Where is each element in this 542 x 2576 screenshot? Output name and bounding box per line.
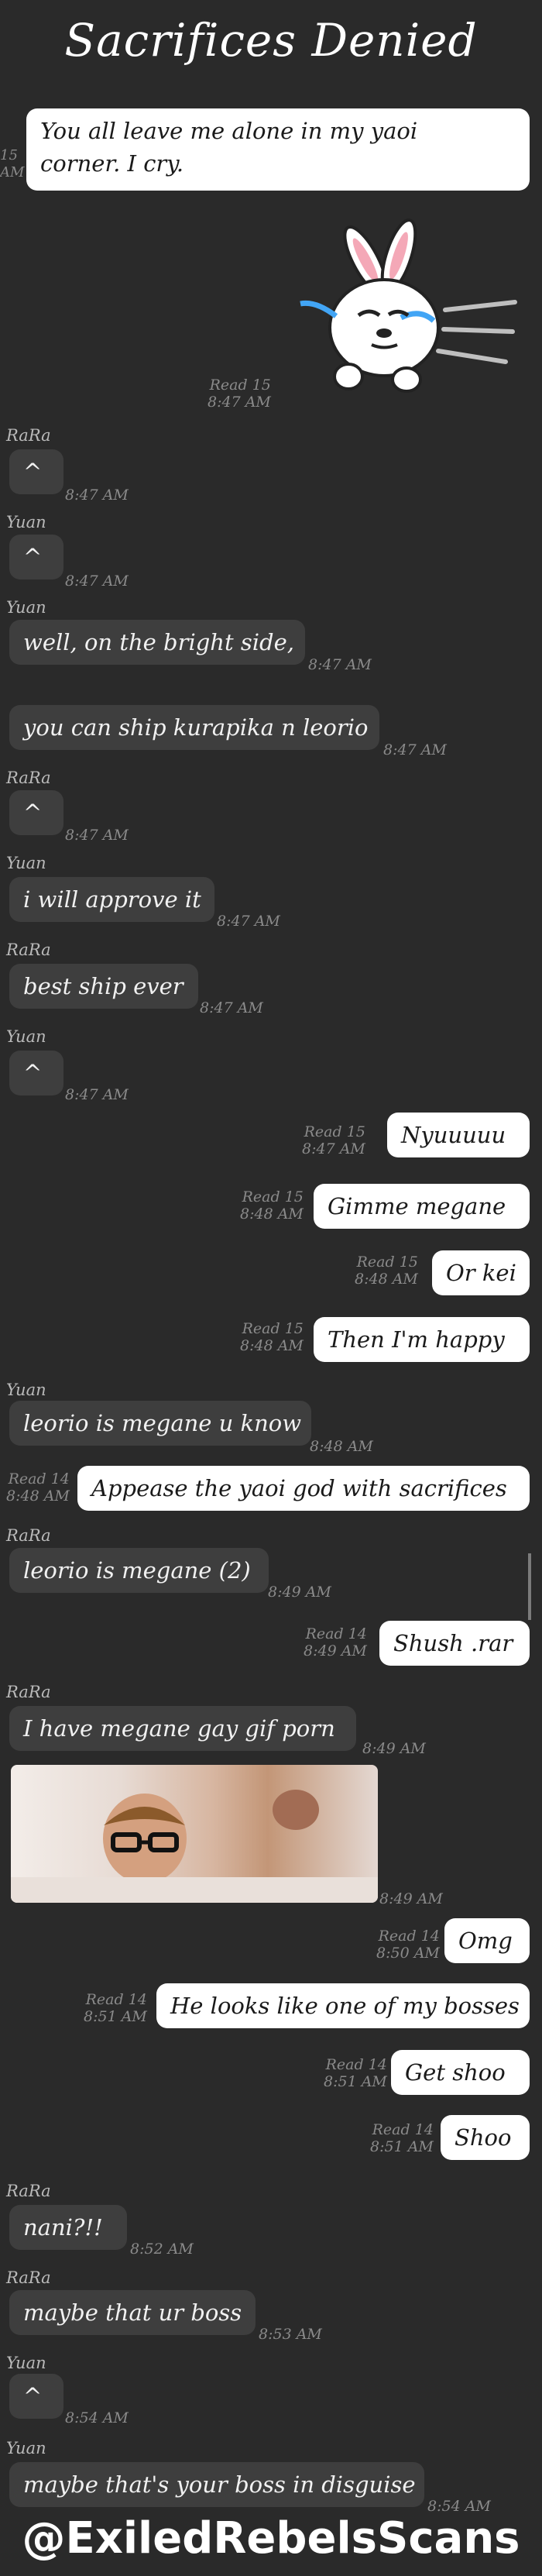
message-timestamp: 8:47 AM: [383, 741, 447, 758]
crying-rabbit-sticker: [300, 218, 517, 393]
incoming-message-bubble[interactable]: maybe that's your boss in disguise: [9, 2462, 424, 2507]
sender-name: Yuan: [6, 1381, 46, 1399]
message-timestamp: 8:47 AM: [65, 1086, 129, 1103]
message-timestamp: Read 15 8:48 AM: [240, 1320, 304, 1354]
sender-name: Yuan: [6, 2354, 46, 2372]
message-timestamp: Read 14 8:48 AM: [6, 1470, 70, 1505]
incoming-message-bubble[interactable]: ^: [9, 535, 63, 580]
incoming-message-bubble[interactable]: nani?!!: [9, 2205, 127, 2250]
message-timestamp: Read 15 8:47 AM: [208, 377, 271, 411]
sender-name: Yuan: [6, 513, 46, 531]
message-timestamp: 8:47 AM: [217, 913, 280, 930]
message-timestamp: 8:47 AM: [65, 573, 129, 590]
outgoing-message-bubble[interactable]: Gimme megane: [314, 1184, 530, 1229]
outgoing-message-bubble[interactable]: Then I'm happy: [314, 1317, 530, 1362]
message-timestamp: 8:53 AM: [259, 2326, 322, 2343]
incoming-message-bubble[interactable]: i will approve it: [9, 877, 214, 922]
sender-name: RaRa: [6, 769, 51, 787]
sender-name: Yuan: [6, 2439, 46, 2457]
sender-name: RaRa: [6, 426, 51, 445]
message-timestamp: 8:47 AM: [65, 827, 129, 844]
message-timestamp: 8:52 AM: [130, 2241, 194, 2258]
message-timestamp: Read 15 8:48 AM: [355, 1254, 418, 1288]
sender-name: RaRa: [6, 1526, 51, 1545]
incoming-message-bubble[interactable]: leorio is megane (2): [9, 1548, 269, 1593]
message-timestamp: Read 14 8:51 AM: [370, 2121, 434, 2155]
edge-timestamp: 15 AM: [0, 147, 25, 181]
outgoing-message-bubble[interactable]: Omg: [444, 1918, 530, 1963]
outgoing-message-bubble[interactable]: Nyuuuuu: [387, 1113, 530, 1157]
incoming-message-bubble[interactable]: I have megane gay gif porn: [9, 1706, 356, 1751]
sender-name: RaRa: [6, 2268, 51, 2287]
scrollbar[interactable]: [528, 1553, 531, 1620]
outgoing-message-bubble[interactable]: He looks like one of my bosses: [156, 1983, 530, 2028]
message-timestamp: 8:54 AM: [65, 2409, 129, 2426]
message-timestamp: 8:49 AM: [268, 1584, 331, 1601]
outgoing-message-bubble[interactable]: Shush .rar: [379, 1621, 530, 1666]
outgoing-message-bubble[interactable]: Or kei: [432, 1250, 530, 1295]
outgoing-message-bubble[interactable]: Appease the yaoi god with sacrifices: [77, 1466, 530, 1511]
message-timestamp: 8:48 AM: [310, 1438, 373, 1455]
incoming-message-bubble[interactable]: best ship ever: [9, 964, 198, 1009]
sender-name: RaRa: [6, 941, 51, 959]
incoming-message-bubble[interactable]: ^: [9, 790, 63, 835]
message-timestamp: 8:47 AM: [200, 999, 263, 1016]
sender-name: RaRa: [6, 1683, 51, 1701]
shared-photo[interactable]: [11, 1765, 378, 1903]
footer-watermark: @ExiledRebelsScans: [22, 2513, 520, 2564]
outgoing-message-bubble[interactable]: Shoo: [441, 2115, 530, 2160]
incoming-message-bubble[interactable]: you can ship kurapika n leorio: [9, 705, 379, 750]
incoming-message-bubble[interactable]: well, on the bright side,: [9, 620, 305, 665]
incoming-message-bubble[interactable]: leorio is megane u know: [9, 1401, 311, 1446]
outgoing-message-bubble[interactable]: You all leave me alone in my yaoi corner…: [26, 108, 530, 191]
message-timestamp: 8:47 AM: [308, 656, 372, 673]
message-timestamp: 8:54 AM: [427, 2498, 491, 2515]
sender-name: RaRa: [6, 2182, 51, 2200]
message-timestamp: Read 14 8:51 AM: [84, 1991, 147, 2025]
message-timestamp: 8:49 AM: [362, 1740, 426, 1757]
sender-name: Yuan: [6, 598, 46, 617]
incoming-message-bubble[interactable]: ^: [9, 1051, 63, 1095]
message-timestamp: Read 15 8:48 AM: [240, 1188, 304, 1223]
page-title: Sacrifices Denied: [64, 14, 478, 67]
incoming-message-bubble[interactable]: maybe that ur boss: [9, 2290, 256, 2335]
incoming-message-bubble[interactable]: ^: [9, 449, 63, 494]
message-timestamp: 8:47 AM: [65, 487, 129, 504]
outgoing-message-bubble[interactable]: Get shoo: [391, 2050, 530, 2095]
message-timestamp: Read 15 8:47 AM: [302, 1123, 365, 1157]
message-timestamp: Read 14 8:51 AM: [324, 2056, 387, 2090]
message-timestamp: 8:49 AM: [379, 1890, 443, 1907]
incoming-message-bubble[interactable]: ^: [9, 2374, 63, 2419]
message-timestamp: Read 14 8:49 AM: [304, 1625, 367, 1659]
sender-name: Yuan: [6, 1027, 46, 1046]
message-timestamp: Read 14 8:50 AM: [376, 1928, 440, 1962]
sender-name: Yuan: [6, 854, 46, 872]
